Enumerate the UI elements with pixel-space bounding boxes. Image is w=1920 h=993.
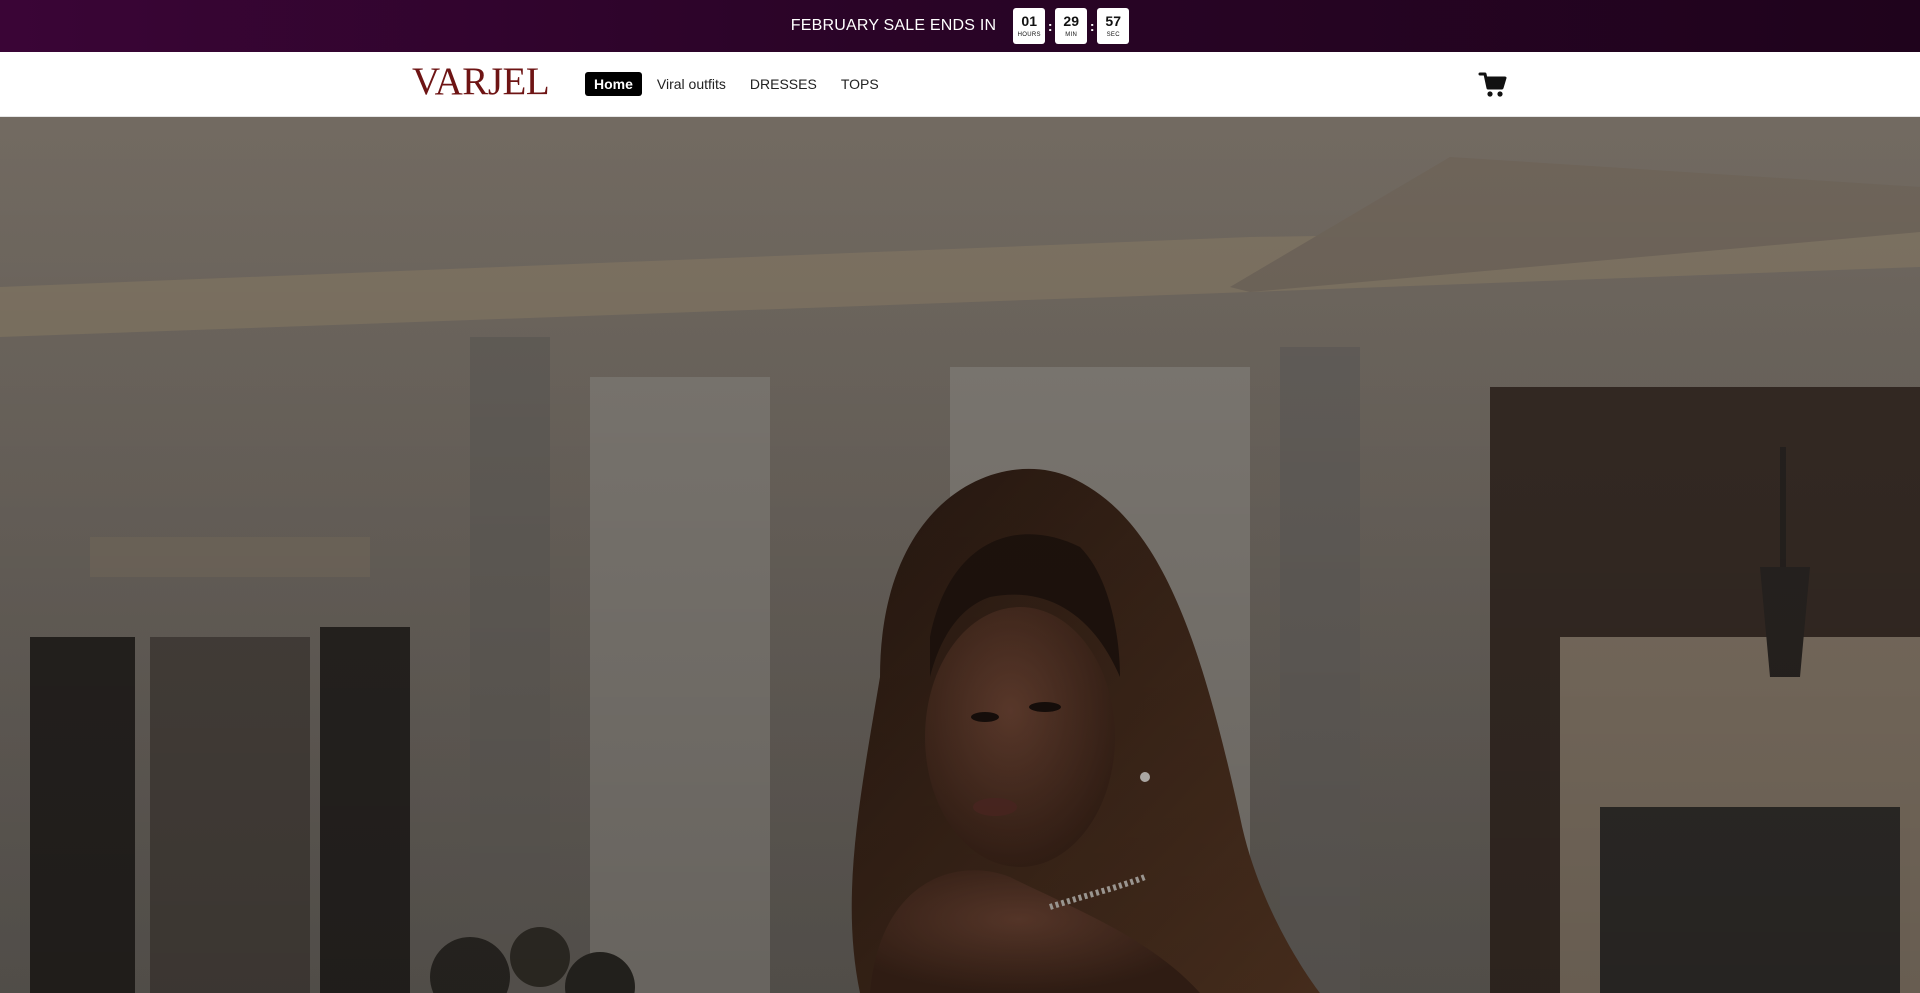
countdown-minutes-label: MIN — [1065, 31, 1078, 38]
main-nav: Home Viral outfits DRESSES TOPS — [585, 72, 894, 96]
countdown-minutes-value: 29 — [1063, 12, 1079, 29]
countdown-seconds-value: 57 — [1105, 12, 1121, 29]
countdown-separator: : — [1089, 18, 1095, 34]
hero-banner[interactable] — [0, 117, 1920, 993]
countdown-timer: 01 HOURS : 29 MIN : 57 SEC — [1013, 8, 1130, 44]
countdown-hours-label: HOURS — [1017, 31, 1041, 38]
countdown-minutes: 29 MIN — [1055, 8, 1088, 44]
countdown-separator: : — [1047, 18, 1053, 34]
site-header: VARJEL Home Viral outfits DRESSES TOPS — [0, 52, 1920, 117]
nav-tops[interactable]: TOPS — [832, 72, 888, 96]
brand-logo[interactable]: VARJEL — [412, 62, 550, 102]
hero-photo — [0, 117, 1920, 993]
countdown-hours: 01 HOURS — [1013, 8, 1046, 44]
countdown-seconds-label: SEC — [1106, 31, 1120, 38]
announcement-text: FEBRUARY SALE ENDS IN — [790, 17, 997, 34]
nav-viral-outfits[interactable]: Viral outfits — [648, 72, 735, 96]
announcement-bar: FEBRUARY SALE ENDS IN 01 HOURS : 29 MIN … — [0, 0, 1920, 52]
cart-icon[interactable] — [1478, 69, 1508, 99]
countdown-hours-value: 01 — [1021, 12, 1037, 29]
nav-home[interactable]: Home — [585, 72, 642, 96]
nav-dresses[interactable]: DRESSES — [741, 72, 826, 96]
countdown-seconds: 57 SEC — [1097, 8, 1130, 44]
